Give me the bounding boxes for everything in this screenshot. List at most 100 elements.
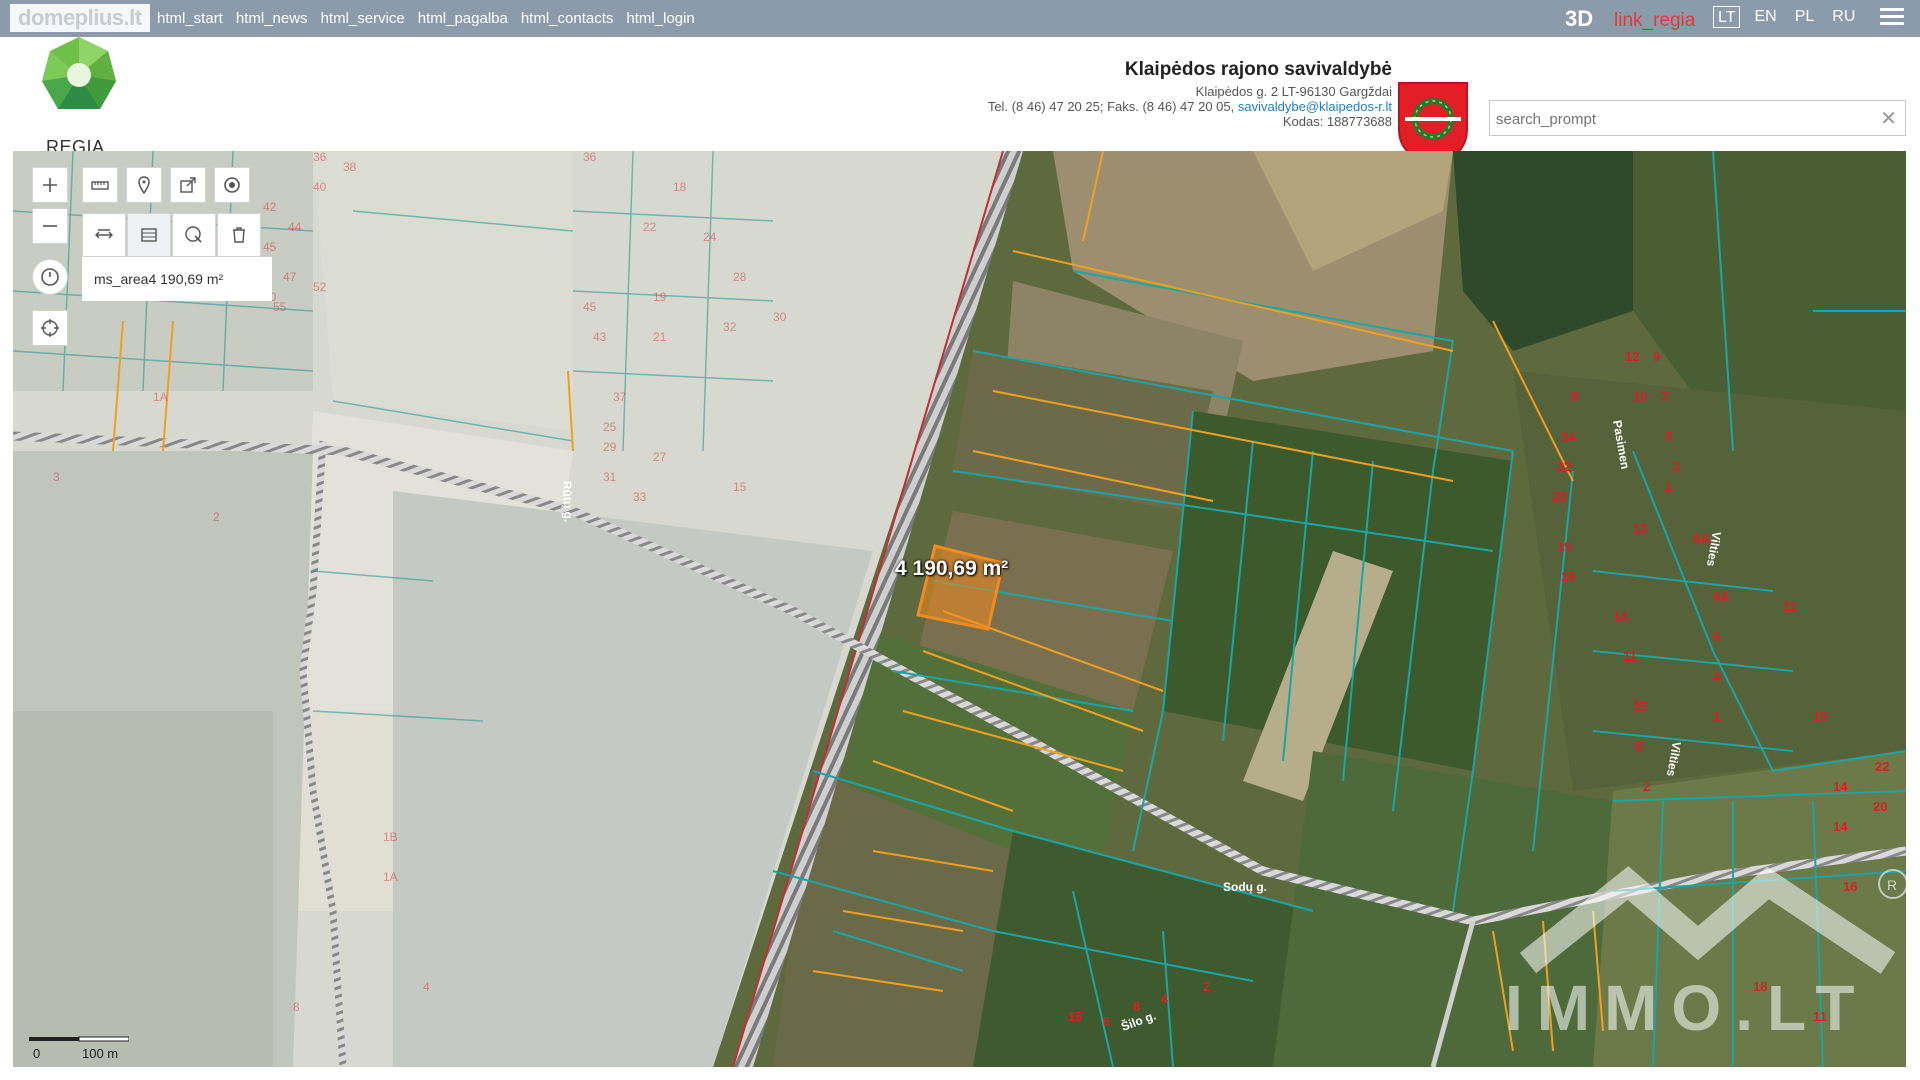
locate-button[interactable] xyxy=(32,310,68,346)
trash-icon xyxy=(233,227,245,243)
svg-text:43: 43 xyxy=(593,330,607,344)
brand-watermark: domeplius.lt xyxy=(10,4,150,32)
svg-text:25: 25 xyxy=(603,420,617,434)
svg-text:20: 20 xyxy=(1553,489,1567,504)
svg-text:4: 4 xyxy=(1713,669,1721,684)
search-box: ✕ xyxy=(1489,100,1906,137)
svg-text:8A: 8A xyxy=(1693,531,1710,546)
nav-contacts-link[interactable]: html_contacts xyxy=(521,0,614,37)
measure-ruler-button[interactable] xyxy=(82,167,118,203)
zoom-in-button[interactable] xyxy=(32,167,68,203)
svg-text:15: 15 xyxy=(1068,1009,1082,1024)
svg-text:11: 11 xyxy=(1783,599,1797,614)
municipality-email-link[interactable]: savivaldybe@klaipedos-r.lt xyxy=(1238,99,1392,114)
svg-text:1A: 1A xyxy=(153,390,168,404)
svg-text:4: 4 xyxy=(1161,991,1169,1006)
crosshair-icon xyxy=(41,319,59,337)
svg-text:32: 32 xyxy=(723,320,737,334)
svg-text:Sodų g.: Sodų g. xyxy=(1223,880,1267,894)
clock-icon xyxy=(41,268,59,286)
select-parcel-button[interactable] xyxy=(172,213,216,257)
svg-text:9: 9 xyxy=(1653,349,1660,364)
3d-toggle-button[interactable]: 3D xyxy=(1565,6,1593,32)
svg-text:1B: 1B xyxy=(383,830,398,844)
lang-en-button[interactable]: EN xyxy=(1750,6,1780,28)
svg-text:33: 33 xyxy=(633,490,647,504)
svg-text:15: 15 xyxy=(1813,709,1827,724)
svg-text:21: 21 xyxy=(653,330,667,344)
svg-text:8: 8 xyxy=(293,1000,300,1014)
regia-link[interactable]: link_regia xyxy=(1614,10,1695,32)
measurement-result-panel: ms_area4 190,69 m² xyxy=(82,257,272,301)
svg-text:8: 8 xyxy=(1133,999,1140,1014)
lang-lt-button[interactable]: LT xyxy=(1713,6,1741,28)
svg-text:7: 7 xyxy=(1661,389,1668,404)
svg-text:1: 1 xyxy=(1665,479,1672,494)
target-button[interactable] xyxy=(214,167,250,203)
svg-text:6A: 6A xyxy=(1713,589,1730,604)
svg-text:27: 27 xyxy=(653,450,667,464)
hamburger-menu-icon[interactable] xyxy=(1880,8,1904,30)
clear-search-icon[interactable]: ✕ xyxy=(1880,106,1897,131)
marker-button[interactable] xyxy=(126,167,162,203)
header: REGIA Klaipėdos rajono savivaldybė Klaip… xyxy=(0,37,1920,165)
pin-icon xyxy=(138,176,150,195)
lang-ru-button[interactable]: RU xyxy=(1828,6,1859,28)
svg-text:44: 44 xyxy=(288,220,302,234)
svg-text:52: 52 xyxy=(313,280,327,294)
svg-text:4: 4 xyxy=(423,980,430,994)
svg-text:6: 6 xyxy=(1103,1014,1110,1029)
scale-end-label: 100 m xyxy=(82,1046,119,1061)
svg-text:45: 45 xyxy=(263,240,277,254)
svg-text:38: 38 xyxy=(343,160,357,174)
svg-text:29: 29 xyxy=(603,440,617,454)
svg-text:15: 15 xyxy=(1633,699,1647,714)
nav-service-link[interactable]: html_service xyxy=(321,0,405,37)
svg-text:22: 22 xyxy=(1557,459,1571,474)
svg-text:31: 31 xyxy=(603,470,617,484)
svg-text:3: 3 xyxy=(1673,459,1680,474)
nav-start-link[interactable]: html_start xyxy=(157,0,223,37)
svg-text:18: 18 xyxy=(673,180,687,194)
svg-text:36: 36 xyxy=(313,151,327,164)
svg-text:8: 8 xyxy=(1635,739,1642,754)
share-button[interactable] xyxy=(170,167,206,203)
svg-text:36: 36 xyxy=(583,151,597,164)
zoom-out-button[interactable] xyxy=(32,208,68,244)
svg-text:47: 47 xyxy=(283,270,297,284)
municipality-address: Klaipėdos g. 2 LT-96130 Gargždai xyxy=(1195,84,1392,99)
svg-text:8: 8 xyxy=(1571,389,1578,404)
delete-button[interactable] xyxy=(217,213,261,257)
svg-text:22: 22 xyxy=(1875,759,1889,774)
municipality-name: Klaipėdos rajono savivaldybė xyxy=(1124,59,1392,80)
svg-text:14: 14 xyxy=(1613,609,1628,624)
top-bar: domeplius.lt html_start html_news html_s… xyxy=(0,0,1920,37)
scale-start-label: 0 xyxy=(33,1046,41,1061)
distance-icon xyxy=(95,229,113,239)
top-nav: html_start html_news html_service html_p… xyxy=(157,0,708,37)
measure-area-button[interactable] xyxy=(127,213,171,257)
language-switcher: LT EN PL RU xyxy=(1713,6,1869,28)
history-button[interactable] xyxy=(32,259,68,295)
svg-text:30: 30 xyxy=(773,310,787,324)
regia-logo-icon[interactable] xyxy=(40,37,118,127)
municipality-code: Kodas: 188773688 xyxy=(1282,114,1392,129)
svg-text:37: 37 xyxy=(613,390,627,404)
svg-text:10: 10 xyxy=(1633,389,1647,404)
ruler-icon xyxy=(91,181,109,190)
svg-text:16: 16 xyxy=(1561,569,1575,584)
svg-text:14: 14 xyxy=(1833,819,1848,834)
nav-login-link[interactable]: html_login xyxy=(626,0,694,37)
svg-text:3: 3 xyxy=(53,470,60,484)
svg-text:15: 15 xyxy=(733,480,747,494)
nav-help-link[interactable]: html_pagalba xyxy=(418,0,508,37)
lang-pl-button[interactable]: PL xyxy=(1791,6,1819,28)
svg-text:2: 2 xyxy=(1643,779,1650,794)
svg-text:1A: 1A xyxy=(383,870,398,884)
nav-news-link[interactable]: html_news xyxy=(236,0,308,37)
search-input[interactable] xyxy=(1490,101,1878,137)
measure-distance-button[interactable] xyxy=(82,213,126,257)
map-view[interactable]: 12 9 8 10 7 24 5 22 3 20 1 19 13 16 8A 14 6A 11 6 … xyxy=(13,151,1906,1067)
immo-watermark-text: IMMO.LT xyxy=(1505,972,1869,1044)
svg-text:2: 2 xyxy=(213,510,220,524)
